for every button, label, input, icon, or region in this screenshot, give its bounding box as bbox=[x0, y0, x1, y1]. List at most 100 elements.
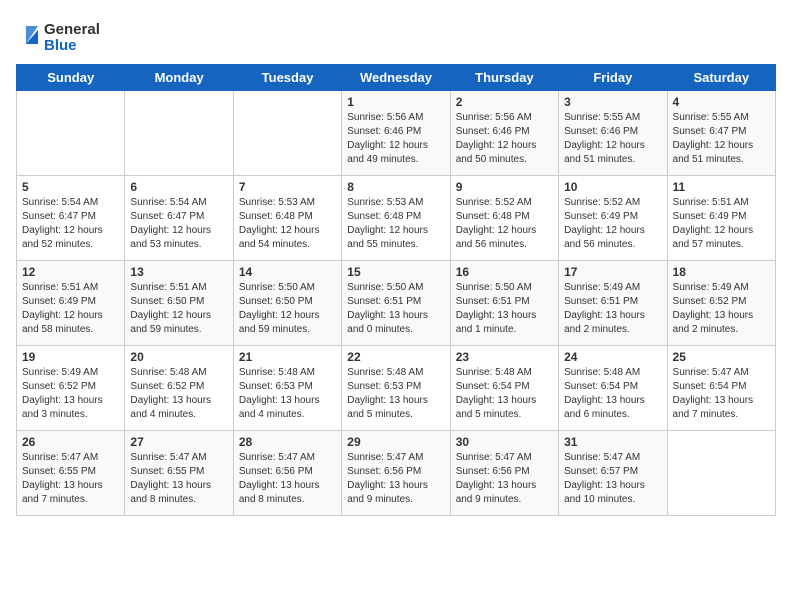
calendar-cell: 31Sunrise: 5:47 AM Sunset: 6:57 PM Dayli… bbox=[559, 431, 667, 516]
day-number: 7 bbox=[239, 180, 336, 194]
day-number: 5 bbox=[22, 180, 119, 194]
day-number: 18 bbox=[673, 265, 770, 279]
day-number: 22 bbox=[347, 350, 444, 364]
calendar-header-row: SundayMondayTuesdayWednesdayThursdayFrid… bbox=[17, 65, 776, 91]
calendar-cell: 27Sunrise: 5:47 AM Sunset: 6:55 PM Dayli… bbox=[125, 431, 233, 516]
calendar-cell: 12 Sunrise: 5:51 AM Sunset: 6:49 PM Dayli… bbox=[17, 261, 125, 346]
week-row-1: 5 Sunrise: 5:54 AM Sunset: 6:47 PM Daylig… bbox=[17, 176, 776, 261]
day-info: Sunrise: 5:48 AM Sunset: 6:53 PM Dayligh… bbox=[239, 366, 336, 422]
day-info: Sunrise: 5:54 AM Sunset: 6:47 PM Dayligh… bbox=[22, 196, 119, 252]
logo: GeneralBlue bbox=[16, 16, 106, 56]
day-info: Sunrise: 5:52 AM Sunset: 6:49 PM Dayligh… bbox=[564, 196, 661, 252]
calendar-cell: 21 Sunrise: 5:48 AM Sunset: 6:53 PM Dayli… bbox=[233, 346, 341, 431]
day-number: 4 bbox=[673, 95, 770, 109]
day-number: 26 bbox=[22, 435, 119, 449]
day-info: Sunrise: 5:47 AM Sunset: 6:55 PM Dayligh… bbox=[130, 451, 227, 507]
header-saturday: Saturday bbox=[667, 65, 775, 91]
calendar-cell: 25 Sunrise: 5:47 AM Sunset: 6:54 PM Dayli… bbox=[667, 346, 775, 431]
day-number: 3 bbox=[564, 95, 661, 109]
calendar-cell: 4Sunrise: 5:55 AM Sunset: 6:47 PM Daylig… bbox=[667, 91, 775, 176]
day-info: Sunrise: 5:48 AM Sunset: 6:53 PM Dayligh… bbox=[347, 366, 444, 422]
calendar-cell: 15 Sunrise: 5:50 AM Sunset: 6:51 PM Dayli… bbox=[342, 261, 450, 346]
header-friday: Friday bbox=[559, 65, 667, 91]
svg-text:General: General bbox=[44, 21, 100, 38]
day-number: 23 bbox=[456, 350, 553, 364]
calendar-cell: 11 Sunrise: 5:51 AM Sunset: 6:49 PM Dayli… bbox=[667, 176, 775, 261]
day-info: Sunrise: 5:47 AM Sunset: 6:56 PM Dayligh… bbox=[347, 451, 444, 507]
week-row-0: 1 Sunrise: 5:56 AM Sunset: 6:46 PM Daylig… bbox=[17, 91, 776, 176]
calendar-cell: 9 Sunrise: 5:52 AM Sunset: 6:48 PM Daylig… bbox=[450, 176, 558, 261]
calendar-table: SundayMondayTuesdayWednesdayThursdayFrid… bbox=[16, 64, 776, 516]
day-number: 16 bbox=[456, 265, 553, 279]
calendar-cell: 5 Sunrise: 5:54 AM Sunset: 6:47 PM Daylig… bbox=[17, 176, 125, 261]
calendar-cell: 16Sunrise: 5:50 AM Sunset: 6:51 PM Dayli… bbox=[450, 261, 558, 346]
day-info: Sunrise: 5:49 AM Sunset: 6:52 PM Dayligh… bbox=[673, 281, 770, 337]
day-number: 8 bbox=[347, 180, 444, 194]
calendar-cell: 6 Sunrise: 5:54 AM Sunset: 6:47 PM Daylig… bbox=[125, 176, 233, 261]
calendar-cell: 22 Sunrise: 5:48 AM Sunset: 6:53 PM Dayli… bbox=[342, 346, 450, 431]
calendar-cell bbox=[17, 91, 125, 176]
page-header: GeneralBlue bbox=[16, 16, 776, 56]
day-info: Sunrise: 5:48 AM Sunset: 6:54 PM Dayligh… bbox=[456, 366, 553, 422]
day-number: 14 bbox=[239, 265, 336, 279]
day-number: 6 bbox=[130, 180, 227, 194]
day-number: 9 bbox=[456, 180, 553, 194]
day-number: 10 bbox=[564, 180, 661, 194]
calendar-cell: 18 Sunrise: 5:49 AM Sunset: 6:52 PM Dayli… bbox=[667, 261, 775, 346]
week-row-4: 26 Sunrise: 5:47 AM Sunset: 6:55 PM Dayli… bbox=[17, 431, 776, 516]
header-monday: Monday bbox=[125, 65, 233, 91]
day-number: 11 bbox=[673, 180, 770, 194]
day-info: Sunrise: 5:47 AM Sunset: 6:56 PM Dayligh… bbox=[456, 451, 553, 507]
calendar-cell: 28 Sunrise: 5:47 AM Sunset: 6:56 PM Dayli… bbox=[233, 431, 341, 516]
day-info: Sunrise: 5:47 AM Sunset: 6:56 PM Dayligh… bbox=[239, 451, 336, 507]
day-number: 17 bbox=[564, 265, 661, 279]
day-info: Sunrise: 5:47 AM Sunset: 6:54 PM Dayligh… bbox=[673, 366, 770, 422]
day-info: Sunrise: 5:47 AM Sunset: 6:55 PM Dayligh… bbox=[22, 451, 119, 507]
calendar-cell: 14 Sunrise: 5:50 AM Sunset: 6:50 PM Dayli… bbox=[233, 261, 341, 346]
day-number: 12 bbox=[22, 265, 119, 279]
day-info: Sunrise: 5:51 AM Sunset: 6:50 PM Dayligh… bbox=[130, 281, 227, 337]
day-number: 13 bbox=[130, 265, 227, 279]
day-number: 20 bbox=[130, 350, 227, 364]
day-info: Sunrise: 5:48 AM Sunset: 6:52 PM Dayligh… bbox=[130, 366, 227, 422]
day-number: 15 bbox=[347, 265, 444, 279]
day-info: Sunrise: 5:47 AM Sunset: 6:57 PM Dayligh… bbox=[564, 451, 661, 507]
day-number: 21 bbox=[239, 350, 336, 364]
calendar-cell: 19Sunrise: 5:49 AM Sunset: 6:52 PM Dayli… bbox=[17, 346, 125, 431]
day-info: Sunrise: 5:51 AM Sunset: 6:49 PM Dayligh… bbox=[22, 281, 119, 337]
calendar-cell: 24Sunrise: 5:48 AM Sunset: 6:54 PM Dayli… bbox=[559, 346, 667, 431]
week-row-3: 19Sunrise: 5:49 AM Sunset: 6:52 PM Dayli… bbox=[17, 346, 776, 431]
header-sunday: Sunday bbox=[17, 65, 125, 91]
day-info: Sunrise: 5:53 AM Sunset: 6:48 PM Dayligh… bbox=[347, 196, 444, 252]
day-info: Sunrise: 5:54 AM Sunset: 6:47 PM Dayligh… bbox=[130, 196, 227, 252]
calendar-cell bbox=[125, 91, 233, 176]
calendar-cell: 17Sunrise: 5:49 AM Sunset: 6:51 PM Dayli… bbox=[559, 261, 667, 346]
calendar-cell: 8 Sunrise: 5:53 AM Sunset: 6:48 PM Daylig… bbox=[342, 176, 450, 261]
day-number: 2 bbox=[456, 95, 553, 109]
day-number: 28 bbox=[239, 435, 336, 449]
day-info: Sunrise: 5:50 AM Sunset: 6:50 PM Dayligh… bbox=[239, 281, 336, 337]
calendar-cell: 10 Sunrise: 5:52 AM Sunset: 6:49 PM Dayli… bbox=[559, 176, 667, 261]
day-info: Sunrise: 5:53 AM Sunset: 6:48 PM Dayligh… bbox=[239, 196, 336, 252]
calendar-cell: 3 Sunrise: 5:55 AM Sunset: 6:46 PM Daylig… bbox=[559, 91, 667, 176]
day-info: Sunrise: 5:52 AM Sunset: 6:48 PM Dayligh… bbox=[456, 196, 553, 252]
svg-text:Blue: Blue bbox=[44, 37, 77, 54]
day-info: Sunrise: 5:51 AM Sunset: 6:49 PM Dayligh… bbox=[673, 196, 770, 252]
calendar-cell: 7 Sunrise: 5:53 AM Sunset: 6:48 PM Daylig… bbox=[233, 176, 341, 261]
header-wednesday: Wednesday bbox=[342, 65, 450, 91]
day-info: Sunrise: 5:56 AM Sunset: 6:46 PM Dayligh… bbox=[347, 111, 444, 167]
calendar-cell: 2 Sunrise: 5:56 AM Sunset: 6:46 PM Daylig… bbox=[450, 91, 558, 176]
logo-svg: GeneralBlue bbox=[16, 16, 106, 56]
day-number: 25 bbox=[673, 350, 770, 364]
day-info: Sunrise: 5:48 AM Sunset: 6:54 PM Dayligh… bbox=[564, 366, 661, 422]
calendar-cell: 30Sunrise: 5:47 AM Sunset: 6:56 PM Dayli… bbox=[450, 431, 558, 516]
day-info: Sunrise: 5:56 AM Sunset: 6:46 PM Dayligh… bbox=[456, 111, 553, 167]
day-number: 1 bbox=[347, 95, 444, 109]
day-number: 29 bbox=[347, 435, 444, 449]
header-thursday: Thursday bbox=[450, 65, 558, 91]
calendar-cell: 26 Sunrise: 5:47 AM Sunset: 6:55 PM Dayli… bbox=[17, 431, 125, 516]
day-info: Sunrise: 5:55 AM Sunset: 6:46 PM Dayligh… bbox=[564, 111, 661, 167]
calendar-cell: 13 Sunrise: 5:51 AM Sunset: 6:50 PM Dayli… bbox=[125, 261, 233, 346]
calendar-cell: 20 Sunrise: 5:48 AM Sunset: 6:52 PM Dayli… bbox=[125, 346, 233, 431]
day-info: Sunrise: 5:50 AM Sunset: 6:51 PM Dayligh… bbox=[347, 281, 444, 337]
